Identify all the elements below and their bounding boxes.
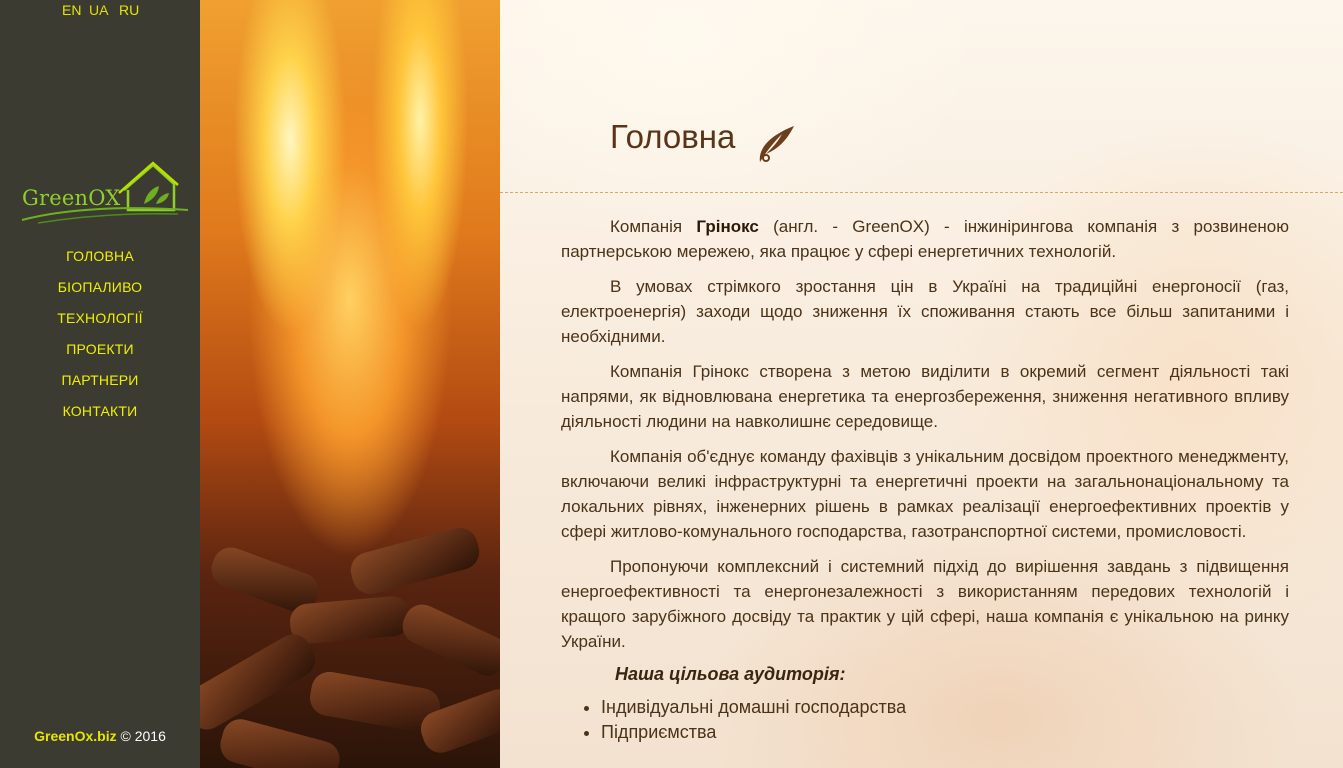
body-paragraph: Компанія Грінокс створена з метою виділи… — [561, 362, 1289, 431]
lang-ru-link[interactable]: RU — [119, 2, 139, 18]
intro-paragraph: Компанія Грінокс (англ. - GreenOX) - інж… — [561, 217, 1289, 261]
logo-text: GreenOX — [22, 186, 121, 210]
nav-item-projects[interactable]: ПРОЕКТИ — [0, 340, 200, 371]
lang-en-link[interactable]: EN — [62, 2, 81, 18]
sidebar: EN UA RU GreenOX ГОЛОВНА БІОПАЛИВО ТЕХНО… — [0, 0, 200, 768]
nav-item-biofuel[interactable]: БІОПАЛИВО — [0, 278, 200, 309]
article-body: Компанія Грінокс (англ. - GreenOX) - інж… — [561, 214, 1289, 745]
footer: GreenOx.biz © 2016 — [0, 728, 200, 744]
page-title: Головна — [610, 118, 736, 155]
pellet-shape — [396, 598, 500, 682]
leaf-ornament-icon — [759, 126, 794, 162]
audience-heading: Наша цільова аудиторія: — [615, 664, 846, 684]
body-paragraph: Компанія об'єднує команду фахівців з уні… — [561, 447, 1289, 541]
lang-ua-link[interactable]: UA — [89, 2, 108, 18]
fire-pellets-image — [200, 0, 500, 768]
list-item: Індивідуальні домашні господарства — [601, 695, 1289, 720]
main-nav: ГОЛОВНА БІОПАЛИВО ТЕХНОЛОГІЇ ПРОЕКТИ ПАР… — [0, 247, 200, 433]
audience-list: Індивідуальні домашні господарства Підпр… — [561, 695, 1289, 745]
pellet-shape — [200, 627, 322, 737]
pellet-shape — [346, 523, 484, 599]
list-item: Підприємства — [601, 720, 1289, 745]
footer-site-link[interactable]: GreenOx.biz — [34, 728, 116, 744]
body-paragraph: Пропонуючи комплексний і системний підхі… — [561, 557, 1289, 651]
title-divider — [500, 192, 1343, 193]
nav-item-technologies[interactable]: ТЕХНОЛОГІЇ — [0, 309, 200, 340]
nav-item-home[interactable]: ГОЛОВНА — [0, 247, 200, 278]
body-paragraph: В умовах стрімкого зростання цін в Украї… — [561, 277, 1289, 346]
main-content: Головна Компанія Грінокс (англ. - GreenO… — [500, 0, 1343, 768]
logo[interactable]: GreenOX — [18, 160, 193, 228]
footer-copyright: © 2016 — [120, 728, 166, 744]
pellet-shape — [216, 715, 344, 768]
nav-item-contacts[interactable]: КОНТАКТИ — [0, 402, 200, 433]
nav-item-partners[interactable]: ПАРТНЕРИ — [0, 371, 200, 402]
